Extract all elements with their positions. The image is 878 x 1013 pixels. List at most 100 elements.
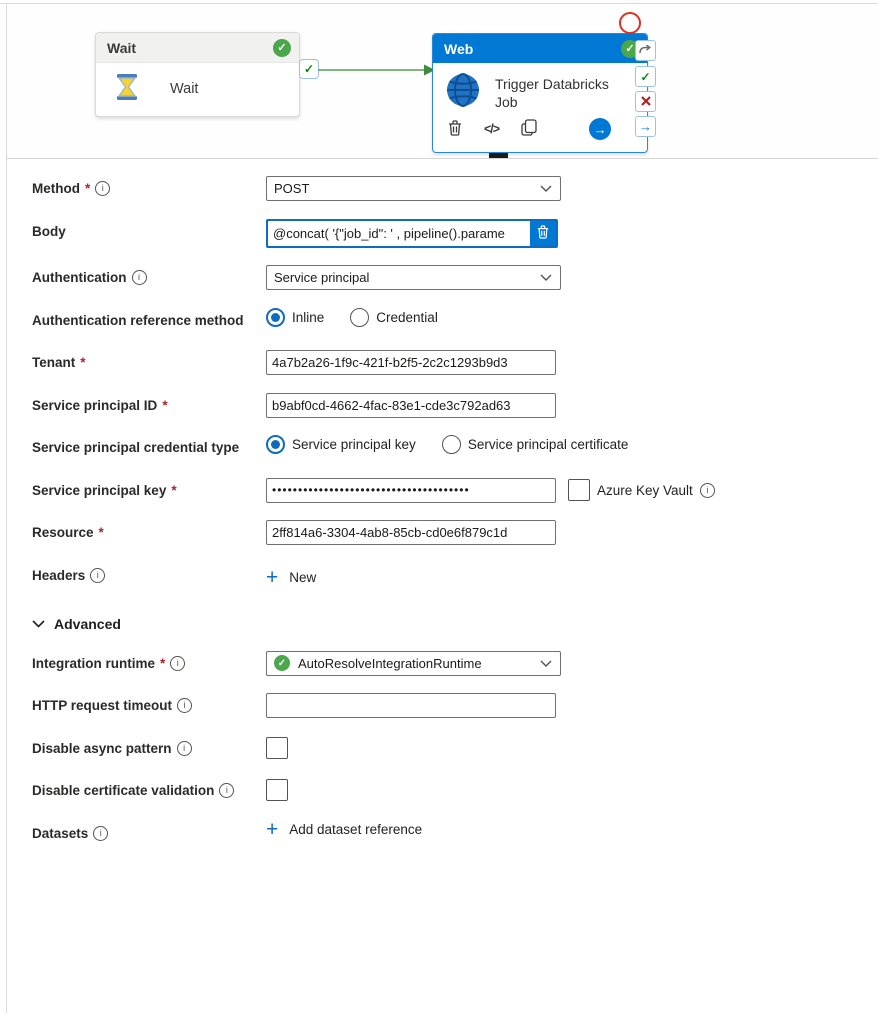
code-icon: </> bbox=[484, 122, 499, 136]
plus-icon: + bbox=[266, 569, 278, 587]
disable-async-label: Disable async pattern bbox=[32, 736, 172, 761]
highlight-circle-annotation bbox=[619, 12, 641, 34]
integration-runtime-dropdown[interactable]: ✓ AutoResolveIntegrationRuntime bbox=[266, 651, 561, 676]
info-icon[interactable]: i bbox=[170, 656, 185, 671]
http-timeout-label: HTTP request timeout bbox=[32, 693, 172, 718]
chevron-down-icon bbox=[540, 274, 552, 281]
check-icon: ✓ bbox=[640, 70, 650, 84]
success-output-port[interactable]: ✓ bbox=[635, 66, 656, 87]
chevron-down-icon bbox=[540, 185, 552, 192]
resource-row: Resource* 2ff814a6-3304-4ab8-85cb-cd0e6f… bbox=[32, 520, 878, 545]
radio-service-principal-key[interactable] bbox=[266, 435, 285, 454]
info-icon[interactable]: i bbox=[700, 483, 715, 498]
integration-runtime-row: Integration runtime*i ✓ AutoResolveInteg… bbox=[32, 651, 878, 676]
hourglass-icon bbox=[114, 73, 140, 105]
trash-icon bbox=[448, 120, 462, 139]
pipeline-canvas[interactable]: Wait ✓ Wait ✓ Web ✓ bbox=[7, 4, 878, 159]
add-dataset-reference-button[interactable]: + Add dataset reference bbox=[266, 821, 422, 839]
clear-body-button[interactable] bbox=[530, 221, 556, 246]
resource-label: Resource bbox=[32, 520, 94, 545]
authentication-row: Authentication i Service principal bbox=[32, 265, 878, 290]
http-timeout-input[interactable] bbox=[266, 693, 556, 718]
info-icon[interactable]: i bbox=[90, 568, 105, 583]
tenant-input[interactable]: 4a7b2a26-1f9c-421f-b2f5-2c2c1293b9d3 bbox=[266, 350, 556, 375]
chevron-down-icon bbox=[32, 620, 45, 628]
resource-input[interactable]: 2ff814a6-3304-4ab8-85cb-cd0e6f879c1d bbox=[266, 520, 556, 545]
cross-icon bbox=[641, 93, 651, 111]
disable-cert-checkbox[interactable] bbox=[266, 779, 288, 801]
skip-arrow-icon bbox=[639, 42, 652, 60]
arrow-right-icon: → bbox=[639, 119, 652, 134]
web-activity-node[interactable]: Web ✓ Trigger Databricks Job bbox=[432, 33, 648, 153]
wait-activity-node[interactable]: Wait ✓ Wait bbox=[95, 32, 300, 117]
disable-async-row: Disable async pattern i bbox=[32, 736, 878, 761]
headers-label: Headers bbox=[32, 563, 85, 588]
plus-icon: + bbox=[266, 821, 278, 839]
method-row: Method*i POST bbox=[32, 176, 878, 201]
radio-service-principal-certificate[interactable] bbox=[442, 435, 461, 454]
info-icon[interactable]: i bbox=[132, 270, 147, 285]
method-label: Method bbox=[32, 176, 80, 201]
trash-icon bbox=[537, 225, 549, 242]
azure-key-vault-checkbox[interactable] bbox=[568, 479, 590, 501]
canvas-horizontal-scrollbar[interactable] bbox=[489, 153, 508, 158]
wait-node-title: Wait bbox=[107, 40, 136, 56]
web-activity-settings-form: URL @concat( 'https://' , pipeline().par… bbox=[0, 48, 878, 846]
view-code-button[interactable]: </> bbox=[484, 122, 499, 136]
integration-runtime-label: Integration runtime bbox=[32, 651, 155, 676]
tenant-label: Tenant bbox=[32, 350, 75, 375]
radio-credential[interactable] bbox=[350, 308, 369, 327]
info-icon[interactable]: i bbox=[95, 181, 110, 196]
disable-cert-label: Disable certificate validation bbox=[32, 778, 214, 803]
authentication-dropdown[interactable]: Service principal bbox=[266, 265, 561, 290]
tenant-row: Tenant* 4a7b2a26-1f9c-421f-b2f5-2c2c1293… bbox=[32, 350, 878, 375]
disable-cert-row: Disable certificate validation i bbox=[32, 778, 878, 803]
service-principal-key-row: Service principal key* •••••••••••••••••… bbox=[32, 478, 878, 503]
body-input[interactable]: @concat( '{"job_id": ' , pipeline().para… bbox=[268, 221, 530, 246]
success-status-icon: ✓ bbox=[273, 39, 291, 57]
auth-reference-label: Authentication reference method bbox=[32, 308, 244, 333]
auth-reference-row: Authentication reference method Inline C… bbox=[32, 308, 878, 333]
credential-type-label: Service principal credential type bbox=[32, 435, 239, 460]
service-principal-key-label: Service principal key bbox=[32, 478, 166, 503]
wait-success-output-port[interactable]: ✓ bbox=[299, 59, 319, 79]
completion-output-port[interactable]: → bbox=[635, 116, 656, 137]
info-icon[interactable]: i bbox=[93, 826, 108, 841]
http-timeout-row: HTTP request timeout i bbox=[32, 693, 878, 718]
advanced-label: Advanced bbox=[54, 616, 121, 632]
azure-key-vault-label: Azure Key Vault bbox=[597, 483, 693, 498]
copy-icon bbox=[521, 119, 537, 139]
body-label: Body bbox=[32, 219, 66, 244]
failure-output-port[interactable] bbox=[635, 91, 656, 112]
service-principal-id-label: Service principal ID bbox=[32, 393, 157, 418]
datasets-row: Datasets i + Add dataset reference bbox=[32, 821, 878, 846]
info-icon[interactable]: i bbox=[177, 741, 192, 756]
add-header-button[interactable]: + New bbox=[266, 569, 316, 587]
wait-activity-label: Wait bbox=[170, 81, 198, 97]
info-icon[interactable]: i bbox=[177, 698, 192, 713]
skip-output-port[interactable] bbox=[635, 40, 656, 61]
datasets-label: Datasets bbox=[32, 821, 88, 846]
web-node-title: Web bbox=[444, 41, 473, 57]
service-principal-id-input[interactable]: b9abf0cd-4662-4fac-83e1-cde3c792ad63 bbox=[266, 393, 556, 418]
next-activity-button[interactable]: → bbox=[589, 118, 611, 140]
info-icon[interactable]: i bbox=[219, 783, 234, 798]
globe-icon bbox=[445, 72, 481, 112]
service-principal-id-row: Service principal ID* b9abf0cd-4662-4fac… bbox=[32, 393, 878, 418]
body-row: Body @concat( '{"job_id": ' , pipeline()… bbox=[32, 219, 878, 248]
chevron-down-icon bbox=[540, 660, 552, 667]
method-dropdown[interactable]: POST bbox=[266, 176, 561, 201]
credential-type-row: Service principal credential type Servic… bbox=[32, 435, 878, 460]
success-connection-line bbox=[318, 60, 436, 80]
advanced-section-toggle[interactable]: Advanced bbox=[32, 616, 878, 632]
radio-inline[interactable] bbox=[266, 308, 285, 327]
web-activity-label: Trigger Databricks Job bbox=[495, 75, 620, 111]
disable-async-checkbox[interactable] bbox=[266, 737, 288, 759]
authentication-label: Authentication bbox=[32, 265, 127, 290]
delete-activity-button[interactable] bbox=[448, 120, 462, 139]
clone-activity-button[interactable] bbox=[521, 119, 537, 139]
service-principal-key-input[interactable]: •••••••••••••••••••••••••••••••••••••• bbox=[266, 478, 556, 503]
arrow-right-icon: → bbox=[594, 122, 607, 137]
headers-row: Headers i + New bbox=[32, 563, 878, 588]
runtime-status-icon: ✓ bbox=[274, 655, 290, 671]
